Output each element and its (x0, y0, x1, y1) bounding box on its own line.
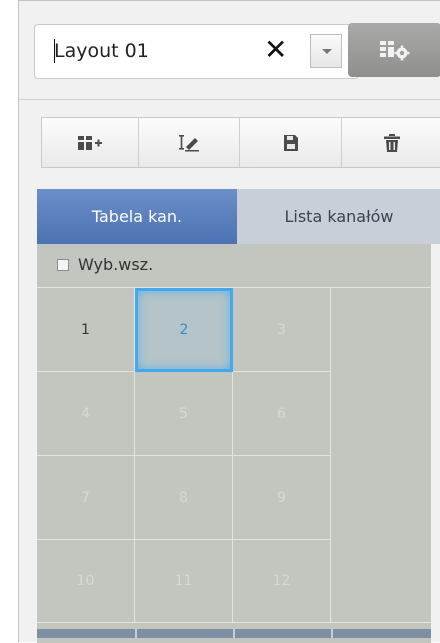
layout-panel: Layout 01 ✕ Tabela kan. Lista kanałów Wy… (18, 0, 440, 643)
rename-layout-button[interactable] (139, 118, 240, 167)
save-icon (283, 134, 298, 151)
layout-settings-icon (380, 41, 410, 61)
chevron-down-icon (322, 49, 332, 54)
layout-topbar: Layout 01 ✕ (19, 1, 440, 100)
channel-grid: 1 2 3 4 5 6 7 8 9 10 11 12 (37, 288, 431, 623)
channel-cell-2[interactable]: 2 (135, 288, 233, 372)
channel-cell-1[interactable]: 1 (37, 288, 135, 372)
grid-scrollbar[interactable] (37, 629, 431, 638)
select-all-row[interactable]: Wyb.wsz. (37, 244, 431, 288)
close-icon[interactable]: ✕ (264, 33, 287, 67)
channel-cell-5[interactable]: 5 (135, 372, 233, 456)
layout-name-field[interactable]: Layout 01 ✕ (34, 24, 359, 79)
trash-icon (384, 133, 400, 152)
delete-layout-button[interactable] (342, 118, 440, 167)
channel-cell-10[interactable]: 10 (37, 540, 135, 623)
add-layout-icon (78, 135, 102, 150)
save-layout-button[interactable] (240, 118, 342, 167)
empty-grid-column (331, 288, 431, 623)
layout-settings-button[interactable] (348, 23, 440, 77)
channel-cell-12[interactable]: 12 (233, 540, 331, 623)
channel-cell-11[interactable]: 11 (135, 540, 233, 623)
layout-name-value: Layout 01 (54, 40, 149, 62)
scrollbar-divider (233, 629, 235, 638)
channel-tabs: Tabela kan. Lista kanałów (37, 189, 440, 244)
rename-icon (179, 134, 199, 151)
select-all-label: Wyb.wsz. (78, 255, 154, 274)
channel-cell-4[interactable]: 4 (37, 372, 135, 456)
layout-toolbar (41, 117, 440, 168)
channel-cell-7[interactable]: 7 (37, 456, 135, 540)
channel-cell-8[interactable]: 8 (135, 456, 233, 540)
select-all-checkbox[interactable] (57, 259, 69, 271)
layout-dropdown-button[interactable] (310, 34, 342, 68)
scrollbar-divider (331, 629, 333, 638)
channel-grid-area: Wyb.wsz. 1 2 3 4 5 6 7 8 9 10 11 12 (37, 244, 431, 643)
add-layout-button[interactable] (42, 118, 139, 167)
channel-cell-9[interactable]: 9 (233, 456, 331, 540)
scrollbar-divider (135, 629, 137, 638)
tab-channel-table[interactable]: Tabela kan. (37, 189, 237, 244)
channel-cell-6[interactable]: 6 (233, 372, 331, 456)
channel-cell-3[interactable]: 3 (233, 288, 331, 372)
tab-channel-list[interactable]: Lista kanałów (237, 189, 440, 244)
